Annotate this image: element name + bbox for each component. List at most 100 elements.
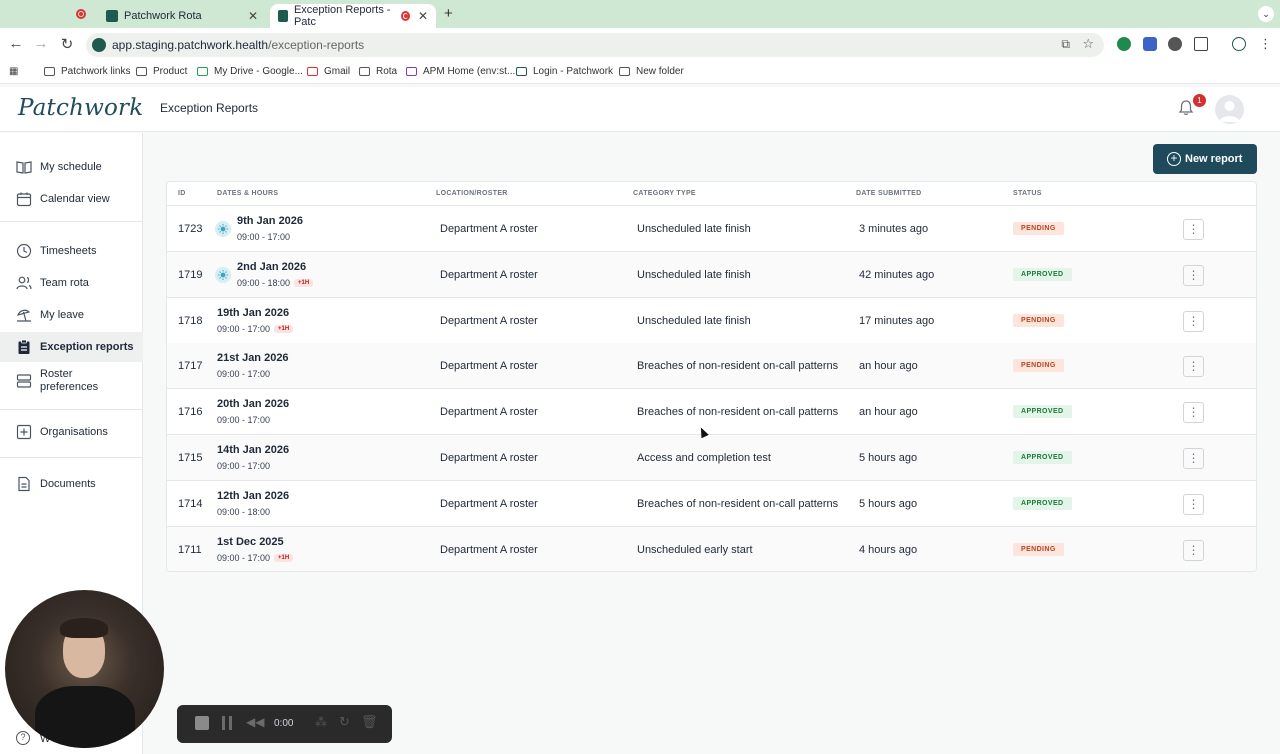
date-submitted: 5 hours ago xyxy=(859,497,918,510)
shift-hours: 09:00 - 17:00 xyxy=(217,552,271,563)
sidebar-item-organisations[interactable]: Organisations xyxy=(0,417,143,447)
sidebar-item-calendar-view[interactable]: Calendar view xyxy=(0,184,143,214)
profile-icon[interactable] xyxy=(1232,37,1246,51)
date-submitted: 17 minutes ago xyxy=(859,314,935,327)
webcam-person xyxy=(60,618,108,638)
back-icon[interactable]: ← xyxy=(3,35,29,52)
report-id: 1718 xyxy=(178,314,203,327)
google-drive-icon xyxy=(197,67,208,76)
sidebar-item-my-leave[interactable]: My leave xyxy=(0,300,143,330)
extra-hours-badge: +1H xyxy=(294,279,314,288)
notification-badge: 1 xyxy=(1193,94,1206,107)
patchwork-logo[interactable]: Patchwork xyxy=(18,95,143,121)
shift-hours-group: 09:00 - 17:00 +1H xyxy=(217,552,294,563)
row-actions-menu-icon[interactable]: ⋮ xyxy=(1183,448,1204,469)
tab-exception-reports[interactable]: Exception Reports - Patc ✕ xyxy=(270,4,436,28)
table-row[interactable]: 1723 9th Jan 2026 09:00 - 17:00 Department … xyxy=(167,206,1256,252)
table-row[interactable]: 1715 14th Jan 2026 09:00 - 17:00 Department… xyxy=(167,435,1256,481)
sidebar-divider xyxy=(0,221,143,222)
reload-icon[interactable]: ↻ xyxy=(54,35,80,53)
patchwork-favicon-icon xyxy=(278,10,288,22)
table-row[interactable]: 1718 19th Jan 2026 09:00 - 17:00 +1H Departm… xyxy=(167,298,1256,344)
apps-grid-icon[interactable]: ▦ xyxy=(9,66,18,77)
browser-menu-icon[interactable]: ⋮ xyxy=(1259,36,1272,52)
sidebar-item-my-schedule[interactable]: My schedule xyxy=(0,152,143,182)
layers-icon xyxy=(16,374,32,388)
table-row[interactable]: 1716 20th Jan 2026 09:00 - 17:00 Department… xyxy=(167,389,1256,436)
table-row[interactable]: 1719 2nd Jan 2026 09:00 - 18:00 +1H Departme… xyxy=(167,251,1256,298)
folder-icon xyxy=(44,67,55,76)
bookmark-item[interactable]: APM Home (env:st... xyxy=(406,66,515,77)
sidebar-item-label: Timesheets xyxy=(40,244,97,257)
restart-icon[interactable]: ↻ xyxy=(339,714,350,730)
sidebar-item-label: Documents xyxy=(40,477,96,490)
sidebar-item-label: My schedule xyxy=(40,160,102,173)
bookmark-item[interactable]: Patchwork links xyxy=(44,66,130,77)
new-tab-icon[interactable]: + xyxy=(444,5,453,22)
close-tab-icon[interactable]: ✕ xyxy=(248,9,258,23)
chevron-down-icon[interactable]: ⌄ xyxy=(1258,6,1274,22)
column-header-dates-hours: DATES & HOURS xyxy=(217,190,279,197)
shift-hours: 09:00 - 18:00 xyxy=(237,277,291,288)
bookmark-item[interactable]: New folder xyxy=(619,66,684,77)
column-header-date-submitted: DATE SUBMITTED xyxy=(856,190,922,197)
sidebar-item-label: My leave xyxy=(40,308,85,321)
category-type: Unscheduled late finish xyxy=(637,223,751,235)
report-id: 1716 xyxy=(178,406,203,419)
address-bar[interactable]: app.staging.patchwork.health/exception-r… xyxy=(86,33,1104,57)
bookmark-star-icon[interactable]: ☆ xyxy=(1082,36,1094,52)
calendar-icon xyxy=(16,192,32,207)
extension-icon[interactable] xyxy=(1117,37,1131,51)
tab-patchwork-rota[interactable]: Patchwork Rota ✕ xyxy=(98,4,266,28)
folder-icon xyxy=(136,67,147,76)
bookmark-item[interactable]: Login - Patchwork xyxy=(516,66,613,77)
sidebar-item-timesheets[interactable]: Timesheets xyxy=(0,236,143,266)
status-badge: APPROVED xyxy=(1013,496,1072,510)
tab-title: Exception Reports - Patc xyxy=(293,4,391,28)
rewind-icon[interactable]: ◀◀ xyxy=(246,715,264,729)
shift-date: 20th Jan 2026 xyxy=(217,398,290,411)
install-app-icon[interactable]: ⧉ xyxy=(1061,37,1070,52)
pause-icon[interactable] xyxy=(222,716,232,730)
row-actions-menu-icon[interactable]: ⋮ xyxy=(1183,402,1204,424)
close-tab-icon[interactable]: ✕ xyxy=(418,9,428,23)
forward-icon[interactable]: → xyxy=(28,35,54,52)
extension-icon[interactable] xyxy=(1143,37,1157,51)
wordpress-extension-icon[interactable] xyxy=(1168,37,1182,51)
sidebar-divider xyxy=(0,457,143,458)
sidebar-item-roster-preferences[interactable]: Roster preferences xyxy=(0,365,143,397)
bookmark-item[interactable]: Gmail xyxy=(307,66,350,77)
table-row[interactable]: 1714 12th Jan 2026 09:00 - 18:00 Department… xyxy=(167,481,1256,527)
row-actions-menu-icon[interactable]: ⋮ xyxy=(1183,219,1204,240)
row-actions-menu-icon[interactable]: ⋮ xyxy=(1183,356,1204,378)
bookmark-item[interactable]: Rota xyxy=(359,66,397,77)
grid-icon[interactable]: ⁂ xyxy=(315,715,327,729)
bookmark-item[interactable]: My Drive - Google... xyxy=(197,66,303,77)
avatar[interactable] xyxy=(1215,95,1244,124)
row-actions-menu-icon[interactable]: ⋮ xyxy=(1183,493,1204,515)
sidebar-item-team-rota[interactable]: Team rota xyxy=(0,268,143,298)
row-actions-menu-icon[interactable]: ⋮ xyxy=(1183,539,1204,561)
sidebar-item-documents[interactable]: Documents xyxy=(0,469,143,499)
stop-icon[interactable] xyxy=(195,716,209,730)
clock-icon xyxy=(16,243,32,259)
sidebar-item-exception-reports[interactable]: Exception reports xyxy=(0,332,143,362)
book-icon xyxy=(16,161,32,174)
bookmark-item[interactable]: Product xyxy=(136,66,187,77)
sidebar-item-label: Calendar view xyxy=(40,192,110,205)
report-id: 1715 xyxy=(178,452,203,464)
date-submitted: 42 minutes ago xyxy=(859,268,935,281)
help-icon[interactable]: ? xyxy=(16,731,30,745)
table-row[interactable]: 1711 1st Dec 2025 09:00 - 17:00 +1H Departme… xyxy=(167,526,1256,571)
status-badge: APPROVED xyxy=(1013,405,1072,419)
new-report-button[interactable]: + New report xyxy=(1153,144,1257,174)
category-type: Breaches of non-resident on-call pattern… xyxy=(637,406,839,419)
row-actions-menu-icon[interactable]: ⋮ xyxy=(1183,264,1204,286)
shift-hours: 09:00 - 18:00 xyxy=(217,506,271,517)
site-info-icon[interactable] xyxy=(92,38,106,52)
location-roster: Department A roster xyxy=(440,314,538,327)
extensions-puzzle-icon[interactable] xyxy=(1194,37,1208,51)
table-row[interactable]: 1717 21st Jan 2026 09:00 - 17:00 Department… xyxy=(167,343,1256,390)
row-actions-menu-icon[interactable]: ⋮ xyxy=(1183,310,1204,332)
trash-icon[interactable]: 🗑 xyxy=(361,714,378,730)
